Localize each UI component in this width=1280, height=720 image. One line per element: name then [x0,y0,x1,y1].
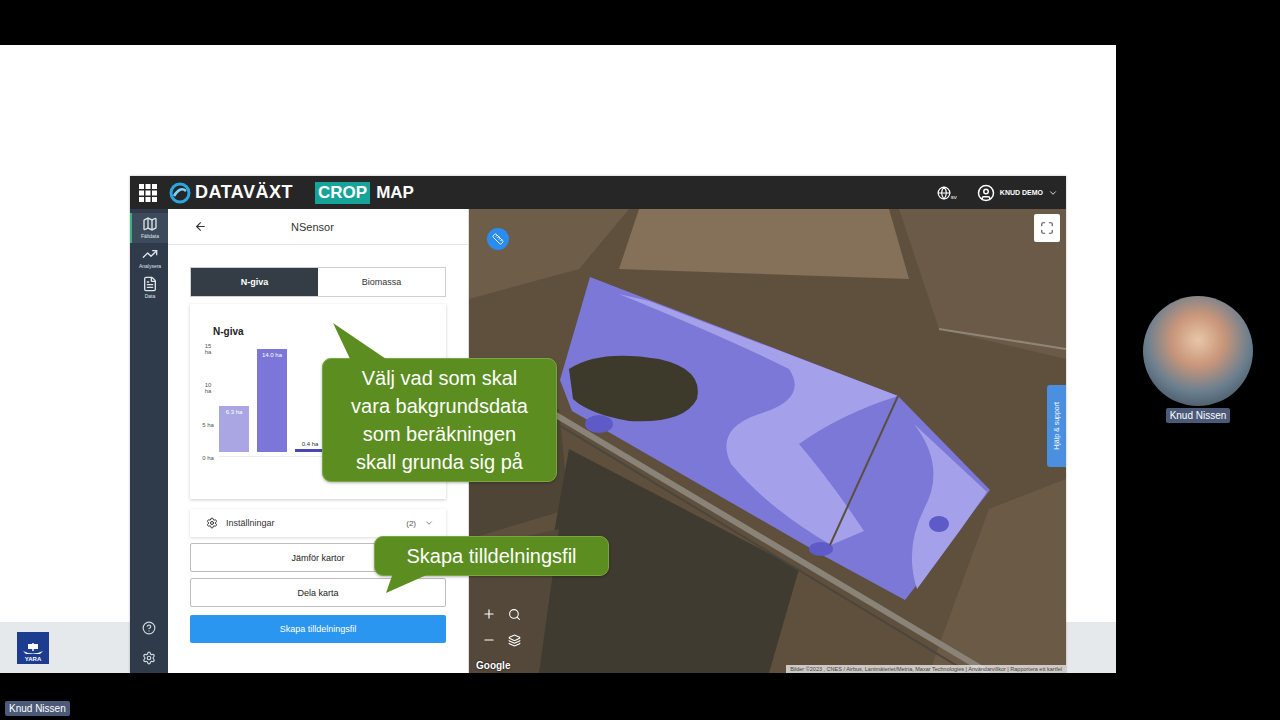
callout-line: Skapa tilldelningsfil [381,542,602,570]
callout-line: som beräkningen [329,420,550,448]
y-axis: 15 ha 10 ha 5 ha 0 ha [202,343,214,461]
middle-row: DATAVÄXT CROPMAP sv KNUD DEMO FältdataAnalys… [0,45,1280,673]
user-icon [977,184,995,202]
callout: Välj vad som skalvara bakgrundsdatasom b… [322,358,557,482]
plus-icon [482,607,496,621]
zoom-out-button[interactable] [478,629,500,651]
plot: 6.3 ha 14.0 ha 0.4 ha [219,343,325,457]
help-button[interactable] [142,613,156,643]
y-tick: 10 ha [202,382,214,394]
ruler-icon [492,233,504,245]
tab[interactable]: N-giva [191,268,318,296]
language-selector[interactable]: sv [937,186,957,200]
tab[interactable]: Biomassa [318,268,445,296]
apps-grid-icon[interactable] [139,184,157,202]
product-logo-part: CROP [315,182,370,204]
bottom-band: Knud Nissen [0,673,1280,720]
sidebar-item-icon [142,276,158,292]
layers-button[interactable] [503,629,525,651]
callout-tail-icon [375,573,435,595]
y-tick: 5 ha [202,422,214,428]
map-watermark: Google [476,660,510,671]
top-band [0,0,1280,45]
bar-label: 14.0 ha [257,352,287,358]
gear-icon [142,651,156,665]
callout-line: skall grunda sig på [329,448,550,476]
video-call-screen: DATAVÄXT CROPMAP sv KNUD DEMO FältdataAnalys… [0,0,1280,720]
y-tick: 0 ha [202,455,214,461]
product-logo-part: MAP [373,182,417,204]
datavaxt-logo-icon [169,182,191,204]
callout: Skapa tilldelningsfil [374,536,609,576]
chart-title: N-giva [202,326,432,337]
fullscreen-icon [1040,221,1054,235]
sidebar-item-icon [142,216,158,232]
sidebar-item-icon [142,246,158,262]
search-icon [508,608,521,621]
back-arrow-icon[interactable] [194,220,207,233]
sidebar: FältdataAnalyseraData [130,209,168,673]
map-area: Hjälp & support Google Bilder ©2023 , CNES… [469,209,1066,673]
measure-button[interactable] [487,228,509,250]
callout-tail-icon [323,323,393,361]
minus-icon [482,633,496,647]
globe-icon [937,186,951,200]
product-logo[interactable]: CROPMAP [315,182,417,204]
callout-line: Välj vad som skal [329,364,550,392]
app-header: DATAVÄXT CROPMAP sv KNUD DEMO [130,176,1066,209]
y-tick: 15 ha [202,343,214,355]
caret-icon [1048,188,1058,198]
participant-strip: Knud Nissen [1116,45,1280,673]
help-icon [142,621,156,635]
yara-logo: YARA [17,632,49,664]
sidebar-item[interactable]: Data [130,273,168,303]
create-file-button[interactable]: Skapa tilldelningsfil [190,615,446,643]
participant-name: Knud Nissen [1166,408,1231,423]
panel-title: NSensor [207,221,456,233]
chart-bar[interactable]: 6.3 ha [219,406,249,452]
cropmap-app: DATAVÄXT CROPMAP sv KNUD DEMO FältdataAnalys… [130,176,1066,673]
fullscreen-button[interactable] [1034,214,1060,242]
help-support-tab[interactable]: Hjälp & support [1047,385,1066,467]
settings-button[interactable] [142,643,156,673]
user-menu[interactable]: KNUD DEMO [977,184,1058,202]
presentation-slide: DATAVÄXT CROPMAP sv KNUD DEMO FältdataAnalys… [0,45,1116,673]
sidebar-item[interactable]: Fältdata [130,213,168,243]
app-body: FältdataAnalyseraDataNSensorN-givaBiomas… [130,209,1066,673]
presenter-label: Knud Nissen [5,701,70,716]
map-controls [478,603,525,651]
zoom-in-button[interactable] [478,603,500,625]
bar-label: 6.3 ha [219,409,249,415]
layers-icon [508,634,521,647]
chart-bar[interactable]: 14.0 ha [257,349,287,452]
satellite-map[interactable] [469,209,1066,673]
sidebar-item[interactable]: Analysera [130,243,168,273]
tabs: N-givaBiomassa [190,267,446,297]
viking-ship-icon [22,642,44,656]
callout-line: vara bakgrundsdata [329,392,550,420]
chart-bar[interactable]: 0.4 ha [295,449,325,452]
participant-video[interactable] [1143,296,1253,406]
gear-icon [206,517,218,529]
settings-row[interactable]: Inställningar(2) [190,509,446,537]
panel-header: NSensor [168,209,468,245]
chevron-icon [424,518,434,528]
search-button[interactable] [503,603,525,625]
brand-logo[interactable]: DATAVÄXT [169,182,293,204]
map-attribution: Bilder ©2023 , CNES / Airbus, Lantmäteri… [786,665,1066,673]
bar-label: 0.4 ha [295,441,325,447]
